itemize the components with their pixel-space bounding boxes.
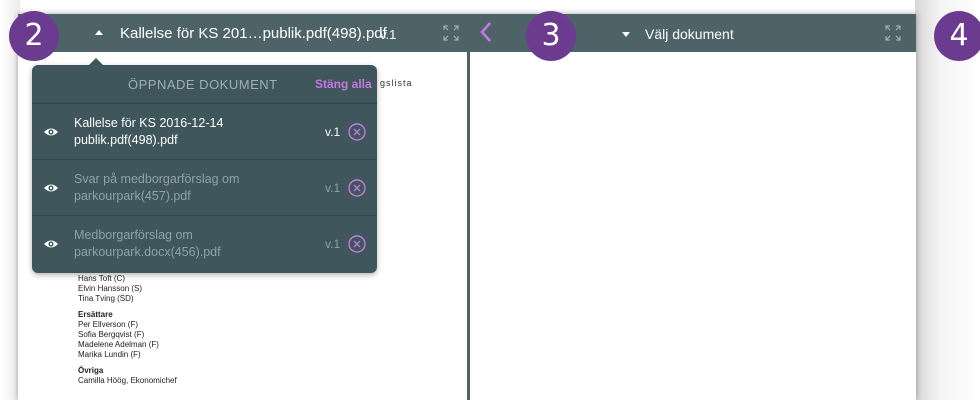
- left-document-title[interactable]: Kallelse för KS 201…publik.pdf(498).pdf: [120, 25, 387, 42]
- eye-icon[interactable]: [43, 238, 59, 250]
- pdf-line: Per Ellverson (F): [78, 320, 139, 329]
- pdf-line: Madelene Adelman (F): [78, 340, 159, 349]
- right-shadow: [915, 0, 980, 400]
- document-name-line: publik.pdf(498).pdf: [74, 133, 178, 147]
- caret-down-icon[interactable]: [622, 32, 630, 37]
- document-version: v.1: [325, 125, 341, 139]
- list-item[interactable]: Kallelse för KS 2016-12-14 publik.pdf(49…: [32, 104, 377, 160]
- document-name-line: parkourpark.docx(456).pdf: [74, 245, 221, 259]
- expand-icon[interactable]: [443, 25, 459, 41]
- close-icon[interactable]: [348, 179, 366, 197]
- document-name: Medborgarförslag om parkourpark.docx(456…: [74, 227, 304, 261]
- document-name: Svar på medborgarförslag om parkourpark(…: [74, 171, 304, 205]
- pdf-line: Hans Toft (C): [78, 274, 125, 283]
- left-document-version: v.1: [380, 27, 397, 42]
- document-name-line: Kallelse för KS 2016-12-14: [74, 116, 224, 130]
- pdf-member-list: Hans Toft (C) Elvin Hansson (S) Tina Tvi…: [78, 274, 177, 386]
- caret-up-icon[interactable]: [95, 30, 103, 35]
- close-all-button[interactable]: Stäng alla: [315, 77, 372, 91]
- close-icon[interactable]: [348, 123, 366, 141]
- eye-icon[interactable]: [43, 182, 59, 194]
- step-badge: 4: [934, 11, 980, 61]
- pdf-partial-heading: gslista: [380, 78, 413, 88]
- dropdown-header: ÖPPNADE DOKUMENT Stäng alla: [32, 65, 377, 104]
- pdf-line: Camilla Höög, Ekonomichef: [78, 376, 177, 385]
- dropdown-title: ÖPPNADE DOKUMENT: [128, 77, 278, 92]
- document-name-line: Svar på medborgarförslag om: [74, 172, 240, 186]
- pdf-line: Marika Lundin (F): [78, 350, 141, 359]
- document-name: Kallelse för KS 2016-12-14 publik.pdf(49…: [74, 115, 304, 149]
- choose-document-select[interactable]: Välj dokument: [645, 26, 734, 42]
- chevron-left-icon[interactable]: [478, 20, 494, 44]
- step-badge: 2: [9, 11, 59, 61]
- pdf-line: Elvin Hansson (S): [78, 284, 143, 293]
- document-name-line: Medborgarförslag om: [74, 228, 193, 242]
- list-item[interactable]: Medborgarförslag om parkourpark.docx(456…: [32, 216, 377, 272]
- expand-icon[interactable]: [885, 25, 901, 41]
- close-icon[interactable]: [348, 235, 366, 253]
- pdf-line: Tina Tving (SD): [78, 294, 134, 303]
- document-version: v.1: [325, 181, 341, 195]
- eye-icon[interactable]: [43, 126, 59, 138]
- open-documents-dropdown: ÖPPNADE DOKUMENT Stäng alla Kallelse för…: [32, 65, 377, 273]
- left-shadow: [0, 0, 20, 400]
- pdf-heading: Ersättare: [78, 310, 113, 319]
- step-badge: 3: [526, 11, 576, 61]
- document-name-line: parkourpark(457).pdf: [74, 189, 191, 203]
- list-item[interactable]: Svar på medborgarförslag om parkourpark(…: [32, 160, 377, 216]
- panel-divider[interactable]: [467, 14, 470, 400]
- pdf-line: Sofia Bergqvist (F): [78, 330, 145, 339]
- document-version: v.1: [325, 237, 341, 251]
- pdf-heading: Övriga: [78, 366, 104, 375]
